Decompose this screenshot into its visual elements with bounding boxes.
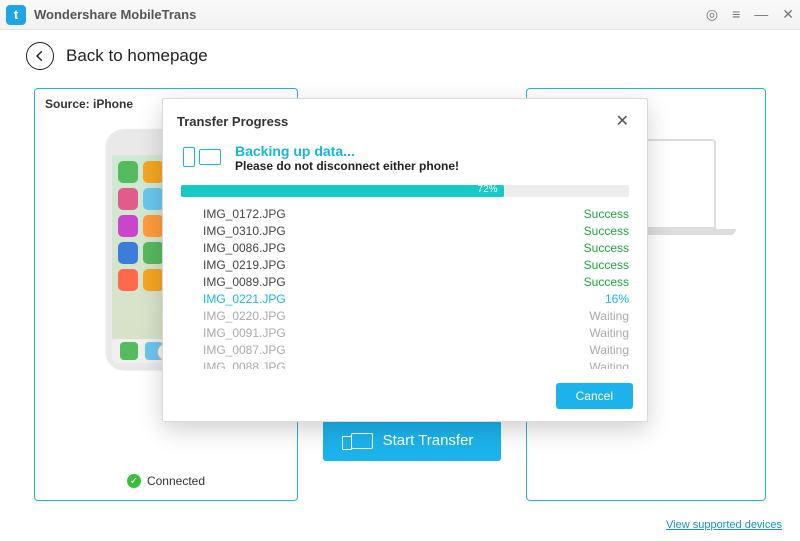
file-status: Waiting — [589, 326, 629, 340]
file-status: Success — [584, 258, 629, 272]
file-row: IMG_0086.JPG Success — [181, 239, 629, 256]
file-list[interactable]: IMG_0172.JPGSuccessIMG_0310.JPGSuccessIM… — [181, 205, 637, 369]
file-row: IMG_0087.JPG Waiting — [181, 341, 629, 358]
progress-percent: 72% — [478, 184, 498, 195]
file-row: IMG_0219.JPG Success — [181, 256, 629, 273]
file-status: Success — [584, 207, 629, 221]
file-row: IMG_0220.JPG Waiting — [181, 307, 629, 324]
file-status: Waiting — [589, 343, 629, 357]
file-status: Success — [584, 224, 629, 238]
file-name: IMG_0091.JPG — [203, 326, 286, 340]
file-name: IMG_0310.JPG — [203, 224, 286, 238]
file-row: IMG_0172.JPG Success — [181, 205, 629, 222]
file-name: IMG_0219.JPG — [203, 258, 286, 272]
file-name: IMG_0089.JPG — [203, 275, 286, 289]
file-name: IMG_0088.JPG — [203, 360, 286, 370]
dialog-close-button[interactable]: ✕ — [612, 109, 633, 133]
file-status: Waiting — [589, 360, 629, 370]
modal-overlay: Transfer Progress ✕ Backing up data... P… — [0, 0, 800, 541]
status-heading: Backing up data... — [235, 143, 459, 159]
file-row: IMG_0221.JPG 16% — [181, 290, 629, 307]
status-subheading: Please do not disconnect either phone! — [235, 159, 459, 173]
dialog-title: Transfer Progress — [177, 114, 288, 129]
file-name: IMG_0220.JPG — [203, 309, 286, 323]
file-status: Success — [584, 241, 629, 255]
file-name: IMG_0086.JPG — [203, 241, 286, 255]
progress-bar: 72% — [181, 185, 629, 197]
file-name: IMG_0087.JPG — [203, 343, 286, 357]
phone-to-laptop-icon — [183, 145, 223, 171]
file-status: 16% — [605, 292, 629, 306]
file-row: IMG_0089.JPG Success — [181, 273, 629, 290]
cancel-button[interactable]: Cancel — [556, 383, 633, 409]
file-status: Success — [584, 275, 629, 289]
file-name: IMG_0221.JPG — [203, 292, 286, 306]
file-row: IMG_0091.JPG Waiting — [181, 324, 629, 341]
file-name: IMG_0172.JPG — [203, 207, 286, 221]
file-row: IMG_0310.JPG Success — [181, 222, 629, 239]
file-row: IMG_0088.JPG Waiting — [181, 358, 629, 369]
transfer-progress-dialog: Transfer Progress ✕ Backing up data... P… — [162, 98, 648, 422]
file-status: Waiting — [589, 309, 629, 323]
